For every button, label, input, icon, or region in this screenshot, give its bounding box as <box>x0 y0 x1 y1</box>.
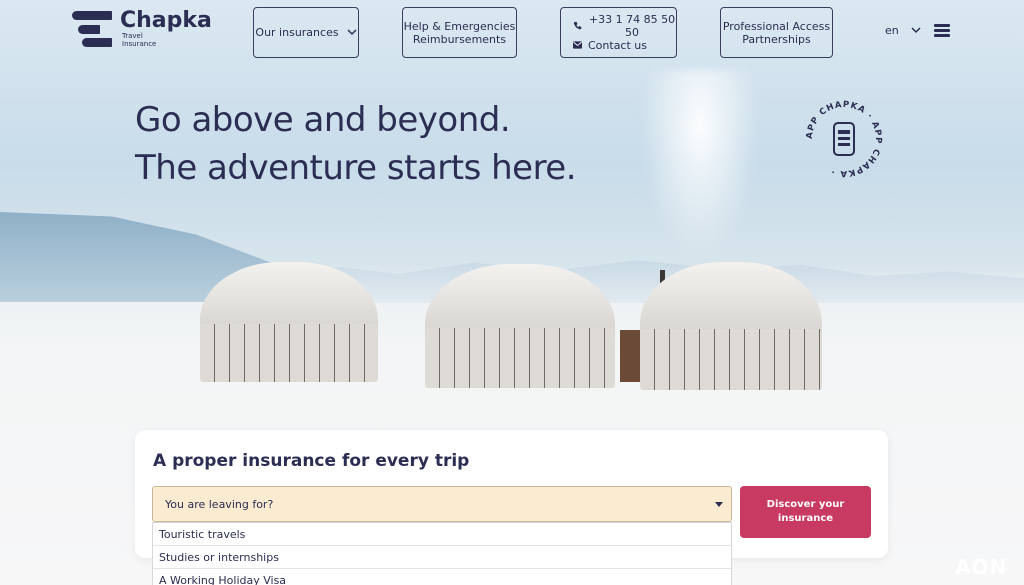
brand-sub-line2: Insurance <box>122 40 157 48</box>
destination-options: Touristic travels Studies or internships… <box>152 522 732 585</box>
contact-link[interactable]: Contact us <box>573 39 647 52</box>
hero-line2: The adventure starts here. <box>135 148 577 188</box>
brand-logo[interactable]: Chapka Travel Insurance <box>72 10 212 48</box>
help-emergencies-button[interactable]: Help & Emergencies Reimbursements <box>402 7 517 58</box>
partnerships-label: Partnerships <box>742 32 811 46</box>
aon-logo: AON <box>955 555 1008 579</box>
option-touristic[interactable]: Touristic travels <box>153 523 731 546</box>
hamburger-menu-icon[interactable] <box>934 24 950 38</box>
mail-icon <box>573 39 582 52</box>
phone-app-icon <box>833 122 855 156</box>
hero-headline: Go above and beyond. The adventure start… <box>135 96 577 192</box>
phone-number: +33 1 74 85 50 50 <box>588 13 676 39</box>
pro-access-label: Professional Access <box>722 19 831 33</box>
discover-insurance-button[interactable]: Discover your insurance <box>740 486 871 538</box>
contact-label: Contact us <box>588 39 647 52</box>
our-insurances-menu[interactable]: Our insurances <box>253 7 359 58</box>
option-studies[interactable]: Studies or internships <box>153 546 731 569</box>
brand-name: Chapka <box>120 8 212 33</box>
wood-crate <box>620 330 640 382</box>
card-title: A proper insurance for every trip <box>153 451 470 471</box>
yurt <box>200 262 378 382</box>
app-chapka-badge[interactable]: APP CHAPKA · APP CHAPKA · <box>801 96 887 182</box>
chevron-down-icon <box>347 26 357 39</box>
language-selector[interactable]: en <box>885 24 921 37</box>
chapka-logo-icon <box>72 11 114 47</box>
language-code: en <box>885 24 899 37</box>
chimney-smoke <box>640 70 760 260</box>
destination-select[interactable]: You are leaving for? <box>152 486 732 522</box>
brand-sub-line1: Travel <box>122 32 143 40</box>
phone-link[interactable]: +33 1 74 85 50 50 <box>573 13 676 39</box>
help-label: Help & Emergencies <box>403 19 516 33</box>
our-insurances-label: Our insurances <box>255 26 339 39</box>
hero-line1: Go above and beyond. <box>135 100 511 140</box>
caret-down-icon <box>715 502 723 507</box>
reimbursements-label: Reimbursements <box>412 32 507 46</box>
chevron-down-icon <box>911 24 921 37</box>
yurt <box>640 262 822 390</box>
select-value: You are leaving for? <box>165 497 274 511</box>
option-working-holiday[interactable]: A Working Holiday Visa <box>153 569 731 585</box>
contact-box[interactable]: +33 1 74 85 50 50 Contact us <box>560 7 677 58</box>
yurt <box>425 264 615 388</box>
professional-access-button[interactable]: Professional Access Partnerships <box>720 7 833 58</box>
phone-icon <box>573 20 582 33</box>
